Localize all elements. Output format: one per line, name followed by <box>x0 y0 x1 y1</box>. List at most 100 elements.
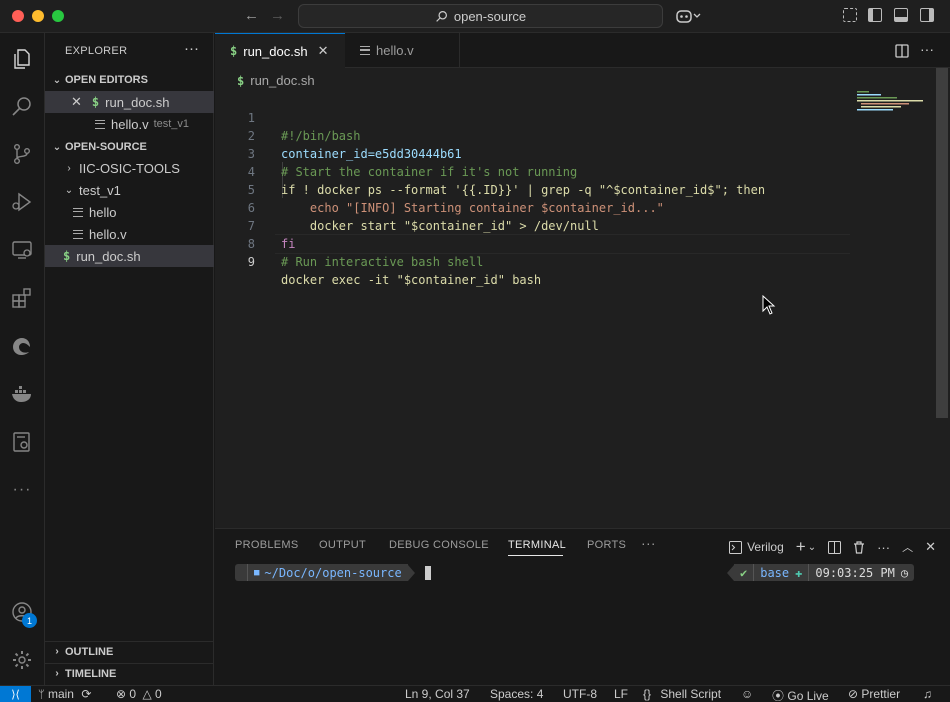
toggle-primary-sidebar-icon[interactable] <box>868 8 882 22</box>
tree-file-item[interactable]: $ run_doc.sh <box>45 245 214 267</box>
open-editor-folder-hint: test_v1 <box>153 118 190 130</box>
extensions-icon[interactable] <box>8 284 36 312</box>
open-editor-item[interactable]: ✕ $ run_doc.sh <box>45 91 214 113</box>
new-terminal-icon[interactable]: + <box>796 537 806 557</box>
remote-indicator[interactable]: ⟩⟨ <box>0 686 31 702</box>
tab-label: hello.v <box>376 43 414 58</box>
tree-folder-item[interactable]: › IIC-OSIC-TOOLS <box>45 157 214 179</box>
minimize-window-button[interactable] <box>32 10 44 22</box>
split-terminal-icon[interactable] <box>828 540 842 554</box>
shell-file-icon: $ <box>237 73 245 88</box>
panel-more-actions[interactable]: ··· <box>877 540 890 555</box>
tab-hello-v[interactable]: hello.v <box>345 33 460 68</box>
tab-label: run_doc.sh <box>243 43 308 59</box>
error-count: 0 <box>129 687 137 701</box>
language-label: Shell Script <box>660 687 722 701</box>
search-view-icon[interactable] <box>8 93 36 121</box>
cursor-position[interactable]: Ln 9, Col 37 <box>405 687 470 701</box>
docker-icon[interactable] <box>8 380 36 408</box>
chevron-right-icon: › <box>67 162 71 174</box>
forward-arrow-icon[interactable]: → <box>270 7 285 24</box>
close-icon[interactable]: ✕ <box>71 94 82 110</box>
close-window-button[interactable] <box>12 10 24 22</box>
copilot-icon[interactable] <box>676 8 702 24</box>
warning-icon: △ <box>142 687 152 701</box>
open-editors-label: OPEN EDITORS <box>65 74 148 86</box>
editor-scrollbar[interactable] <box>936 68 948 418</box>
maximize-window-button[interactable] <box>52 10 64 22</box>
code-line: 2 container_id=e5dd30444b61 <box>215 109 855 161</box>
language-mode[interactable]: {} Shell Script <box>643 687 721 701</box>
end-of-line[interactable]: LF <box>614 687 628 701</box>
tab-ports[interactable]: PORTS <box>587 539 626 551</box>
more-views-icon[interactable]: ··· <box>8 476 36 504</box>
copilot-status-icon[interactable]: ☺ <box>741 687 753 701</box>
tab-problems[interactable]: PROBLEMS <box>235 539 299 551</box>
split-editor-icon[interactable] <box>895 44 909 58</box>
status-bar: ⟩⟨ ᛘ main ⟳ ⊗ 0 △ 0 Ln 9, Col 37 Spaces:… <box>0 685 950 702</box>
close-panel-icon[interactable]: ✕ <box>925 539 936 555</box>
go-live-label: Go Live <box>787 689 829 702</box>
workspace-section[interactable]: ⌄ OPEN-SOURCE <box>45 137 214 157</box>
panel-more-tabs[interactable]: ··· <box>641 535 656 551</box>
indentation[interactable]: Spaces: 4 <box>490 687 543 701</box>
tree-folder-item[interactable]: ⌄ test_v1 <box>45 179 214 201</box>
terminal-profile[interactable]: Verilog <box>729 540 784 554</box>
broadcast-icon: ⦿ <box>772 689 785 702</box>
tree-item-label: hello.v <box>89 226 127 242</box>
manage-gear-icon[interactable] <box>8 646 36 674</box>
explorer-more-actions[interactable]: ··· <box>184 40 199 57</box>
problems-indicator[interactable]: ⊗ 0 △ 0 <box>116 687 162 701</box>
open-editor-item[interactable]: hello.v test_v1 <box>45 113 214 135</box>
prompt-env-text: base <box>760 565 790 580</box>
toggle-panel-icon[interactable] <box>894 8 908 22</box>
encoding[interactable]: UTF-8 <box>563 687 597 701</box>
customize-layout-icon[interactable] <box>843 8 857 22</box>
code-line: 9 docker exec -it "$container_id" bash <box>215 235 855 287</box>
apple-icon <box>235 564 247 581</box>
back-arrow-icon[interactable]: ← <box>244 7 259 24</box>
terminal-prompt-right: ✔ base ✚ 09:03:25 PM ◷ <box>727 564 915 581</box>
clock-icon: ◷ <box>900 565 909 580</box>
toggle-secondary-sidebar-icon[interactable] <box>920 8 934 22</box>
remote-explorer-icon[interactable] <box>8 236 36 264</box>
explorer-icon[interactable] <box>8 45 36 73</box>
minimap[interactable] <box>855 90 925 112</box>
sync-icon[interactable]: ⟳ <box>81 687 91 701</box>
command-center-label: open-source <box>453 8 527 24</box>
chevron-down-icon: ⌄ <box>64 184 74 196</box>
close-icon[interactable]: ✕ <box>318 43 329 59</box>
prettier-button[interactable]: ⊘ Prettier <box>848 687 900 701</box>
breadcrumb[interactable]: $ run_doc.sh <box>237 73 315 88</box>
branch-indicator[interactable]: ᛘ main ⟳ <box>38 687 91 701</box>
chevron-right-icon: › <box>55 646 59 657</box>
tree-file-item[interactable]: hello <box>45 201 214 223</box>
timeline-section[interactable]: › TIMELINE <box>45 663 214 683</box>
testing-settings-icon[interactable] <box>8 428 36 456</box>
code-editor[interactable]: $ run_doc.sh 1 #!/bin/bash 2 container_i… <box>215 68 950 528</box>
notifications-bell-icon[interactable]: ♫ <box>923 687 932 701</box>
tab-debug-console[interactable]: DEBUG CONSOLE <box>389 539 489 551</box>
edge-devtools-icon[interactable] <box>8 332 36 360</box>
breadcrumb-file: run_doc.sh <box>250 73 315 88</box>
tab-run-doc[interactable]: $ run_doc.sh ✕ <box>215 33 345 68</box>
chevron-down-icon: ⌄ <box>52 141 62 153</box>
tab-output[interactable]: OUTPUT <box>319 539 366 551</box>
code-line: 7 fi <box>215 199 855 251</box>
maximize-panel-icon[interactable]: ︿ <box>902 539 913 555</box>
trash-icon[interactable] <box>853 540 865 554</box>
command-center-search[interactable]: open-source <box>298 4 663 28</box>
open-editors-section[interactable]: ⌄ OPEN EDITORS <box>45 70 214 90</box>
terminal-name: Verilog <box>747 540 784 554</box>
source-control-icon[interactable] <box>8 140 36 168</box>
outline-section[interactable]: › OUTLINE <box>45 641 214 661</box>
line-number: 9 <box>247 255 255 269</box>
accounts-badge: 1 <box>22 613 37 628</box>
go-live-button[interactable]: ⦿ Go Live <box>772 687 829 702</box>
chevron-down-icon[interactable]: ⌄ <box>808 542 816 553</box>
tree-file-item[interactable]: hello.v <box>45 223 214 245</box>
prompt-arrow <box>407 564 415 581</box>
editor-more-actions[interactable]: ··· <box>920 41 934 57</box>
run-debug-icon[interactable] <box>8 188 36 216</box>
tab-terminal[interactable]: TERMINAL <box>508 539 566 551</box>
